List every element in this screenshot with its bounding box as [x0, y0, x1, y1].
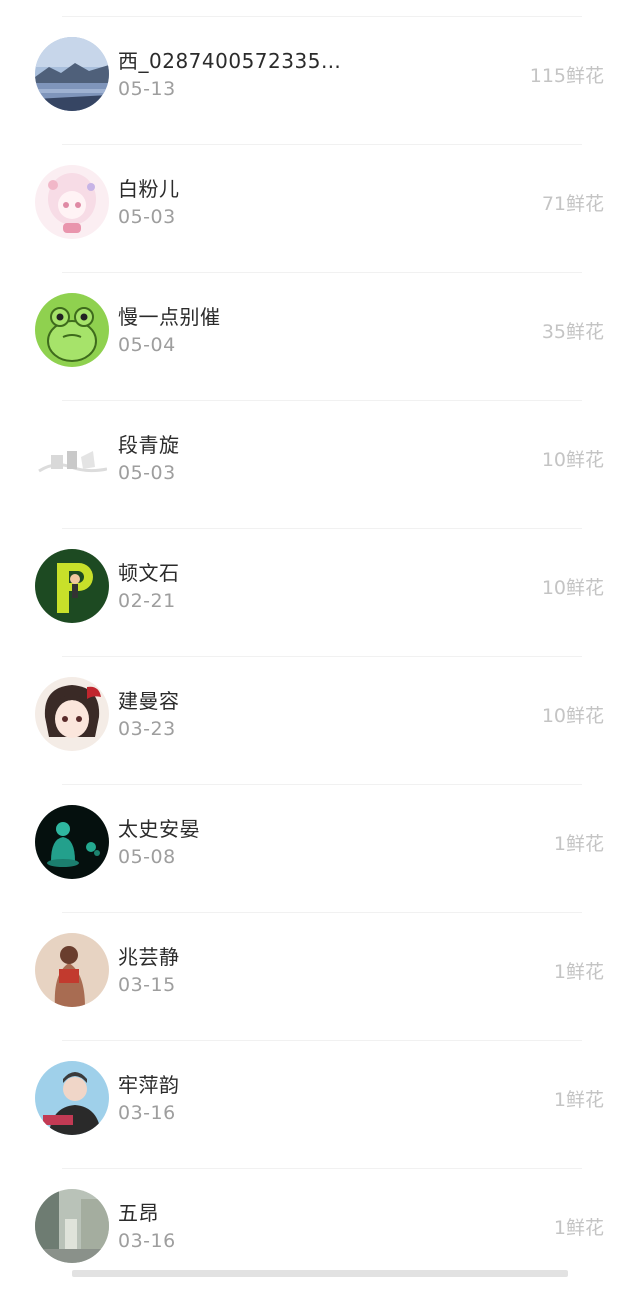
avatar[interactable]	[35, 165, 109, 239]
list-item[interactable]: 西_02874005723354… 05-13 115鲜花	[0, 17, 640, 145]
user-name: 西_02874005723354…	[118, 49, 354, 73]
landscape-avatar-icon	[35, 37, 109, 111]
list-item[interactable]: 顿文石 02-21 10鲜花	[0, 529, 640, 657]
avatar[interactable]	[35, 1061, 109, 1135]
flower-count: 10鲜花	[541, 577, 604, 599]
gift-date: 03-16	[118, 1230, 176, 1252]
user-name: 慢一点别催	[118, 305, 221, 329]
flower-count: 1鲜花	[553, 1089, 604, 1111]
avatar[interactable]	[35, 805, 109, 879]
horizontal-scrollbar[interactable]	[72, 1270, 568, 1277]
gift-date: 05-04	[118, 334, 176, 356]
list-item[interactable]: 五昂 03-16 1鲜花	[0, 1169, 640, 1297]
avatar[interactable]	[35, 293, 109, 367]
gift-date: 03-23	[118, 718, 176, 740]
flower-count: 10鲜花	[541, 449, 604, 471]
flower-count: 1鲜花	[553, 961, 604, 983]
gift-date: 05-08	[118, 846, 176, 868]
list-item[interactable]: 牢萍韵 03-16 1鲜花	[0, 1041, 640, 1169]
user-name: 顿文石	[118, 561, 180, 585]
avatar[interactable]	[35, 1189, 109, 1263]
avatar[interactable]	[35, 37, 109, 111]
list-item[interactable]: 慢一点别催 05-04 35鲜花	[0, 273, 640, 401]
list-item[interactable]: 太史安晏 05-08 1鲜花	[0, 785, 640, 913]
gift-date: 05-03	[118, 462, 176, 484]
list-item[interactable]: 建曼容 03-23 10鲜花	[0, 657, 640, 785]
user-name: 白粉儿	[118, 177, 180, 201]
sketch-avatar-icon	[35, 421, 109, 495]
gift-date: 03-16	[118, 1102, 176, 1124]
gift-date: 02-21	[118, 590, 176, 612]
user-name: 兆芸静	[118, 945, 180, 969]
avatar[interactable]	[35, 677, 109, 751]
gift-date: 05-03	[118, 206, 176, 228]
letter-p-avatar-icon	[35, 549, 109, 623]
buddha-avatar-icon	[35, 805, 109, 879]
user-name: 太史安晏	[118, 817, 200, 841]
user-name: 牢萍韵	[118, 1073, 180, 1097]
frog-avatar-icon	[35, 293, 109, 367]
user-name: 建曼容	[118, 689, 180, 713]
photo-avatar-icon	[35, 933, 109, 1007]
user-name: 五昂	[118, 1201, 159, 1225]
avatar[interactable]	[35, 421, 109, 495]
list-item[interactable]: 段青旋 05-03 10鲜花	[0, 401, 640, 529]
anime-character-avatar-icon	[35, 677, 109, 751]
street-avatar-icon	[35, 1189, 109, 1263]
gift-date: 05-13	[118, 78, 176, 100]
flower-count: 1鲜花	[553, 833, 604, 855]
flower-count: 35鲜花	[541, 321, 604, 343]
list-item[interactable]: 兆芸静 03-15 1鲜花	[0, 913, 640, 1041]
flower-count: 1鲜花	[553, 1217, 604, 1239]
flower-count: 10鲜花	[541, 705, 604, 727]
gift-date: 03-15	[118, 974, 176, 996]
portrait-avatar-icon	[35, 1061, 109, 1135]
user-name: 段青旋	[118, 433, 180, 457]
flower-count: 71鲜花	[541, 193, 604, 215]
avatar[interactable]	[35, 933, 109, 1007]
avatar[interactable]	[35, 549, 109, 623]
flower-count: 115鲜花	[529, 65, 604, 87]
list-item[interactable]: 白粉儿 05-03 71鲜花	[0, 145, 640, 273]
anime-girl-avatar-icon	[35, 165, 109, 239]
